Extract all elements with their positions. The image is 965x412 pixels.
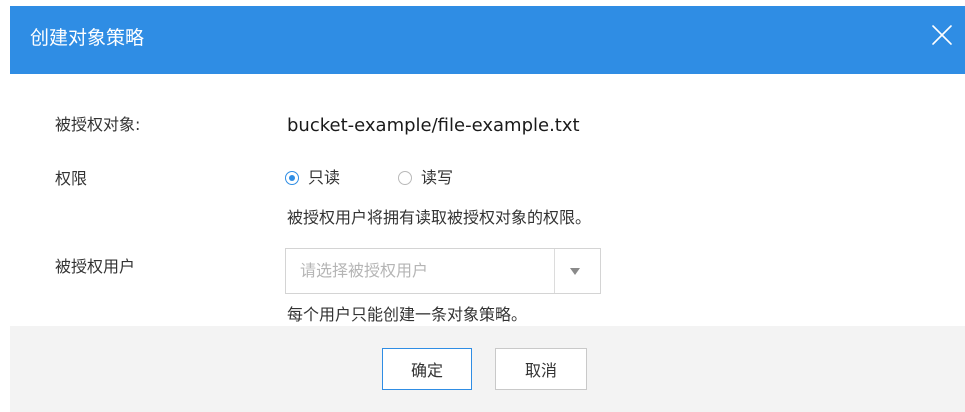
permission-radio-read-only[interactable]: 只读	[285, 167, 340, 189]
radio-label-read-only: 只读	[308, 168, 341, 187]
user-hint: 每个用户只能创建一条对象策略。	[287, 305, 528, 324]
radio-label-read-write: 读写	[421, 168, 454, 187]
create-object-policy-dialog: 创建对象策略 被授权对象: bucket-example/file-exampl…	[0, 0, 965, 412]
close-button[interactable]	[929, 22, 955, 48]
radio-checked-icon	[285, 171, 299, 185]
object-label: 被授权对象:	[55, 115, 141, 134]
object-value: bucket-example/file-example.txt	[287, 115, 580, 136]
ok-button[interactable]: 确定	[382, 348, 472, 390]
dialog-header: 创建对象策略	[10, 6, 965, 74]
dialog-title: 创建对象策略	[30, 27, 145, 49]
dialog-footer: 确定 取消	[10, 326, 965, 412]
cancel-button[interactable]: 取消	[495, 348, 587, 390]
user-select[interactable]: 请选择被授权用户	[285, 248, 601, 294]
chevron-down-icon[interactable]	[570, 268, 580, 275]
select-divider	[554, 249, 555, 293]
user-label: 被授权用户	[55, 257, 136, 276]
radio-unchecked-icon	[398, 171, 412, 185]
close-icon	[932, 25, 952, 45]
permission-hint: 被授权用户将拥有读取被授权对象的权限。	[287, 208, 592, 227]
permission-radio-read-write[interactable]: 读写	[398, 167, 453, 189]
user-select-placeholder: 请选择被授权用户	[300, 261, 429, 280]
permission-label: 权限	[55, 169, 88, 188]
